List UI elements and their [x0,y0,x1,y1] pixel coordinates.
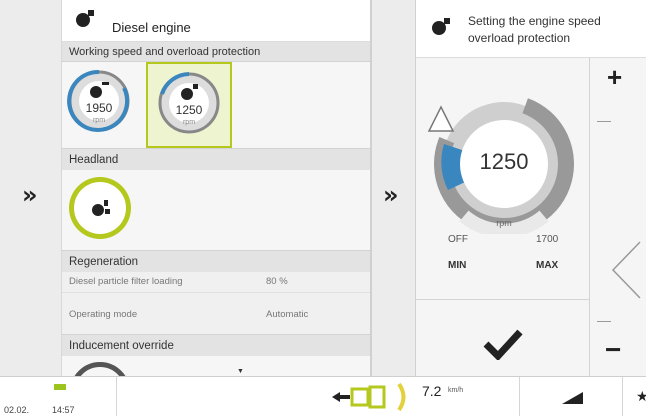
inducement-gauge-partial[interactable] [70,362,130,376]
gauge-unit: rpm [92,117,106,124]
setting-title-line1: Setting the engine speed [468,14,601,28]
working-speed-header: Working speed and overload protection [62,42,370,62]
setting-title-line2: overload protection [468,31,571,45]
dpf-label: Diesel particle filter loading [69,276,183,287]
working-speed-gauges: 1950 rpm 1250 rpm [62,62,370,152]
plus-icon: + [607,62,623,92]
engine-icon [432,18,450,35]
scroll-down-icon[interactable]: ▼ [237,368,244,375]
inducement-section: ▼ [62,356,370,376]
min-label: MIN [448,260,467,271]
diesel-engine-panel: Diesel engine Working speed and overload… [62,0,372,376]
gauge-unit: rpm [182,119,196,126]
speed-unit: km/h [448,387,464,394]
expand-right-chevron-icon[interactable]: » [383,183,399,207]
speed-gauge-column: 1250 rpm OFF 1700 MIN MAX [416,58,590,376]
scale-tick [597,121,611,122]
expand-left-chevron-icon[interactable]: » [22,183,38,207]
max-value: 1700 [536,234,559,245]
operating-mode-value: Automatic [266,309,309,320]
gauge-value: 1950 [85,101,113,115]
separator [519,377,520,416]
engine-speed-setting-panel: Setting the engine speed overload protec… [416,0,646,376]
date: 02.02. [4,405,30,415]
speed-value: 7.2 [422,383,442,399]
max-label: MAX [536,260,559,271]
dpf-value: 80 % [266,276,288,287]
regeneration-header: Regeneration [62,250,370,272]
decrease-button[interactable]: − [591,320,646,376]
operating-mode-label: Operating mode [69,309,138,320]
dpf-loading-row: Diesel particle filter loading 80 % [62,272,370,292]
increase-button[interactable]: + [591,58,646,122]
signal-strength-icon[interactable] [562,391,584,405]
headland-section [62,170,370,250]
separator [116,377,117,416]
gauge-unit: rpm [496,218,512,228]
headland-button[interactable] [69,177,131,239]
time: 14:57 [52,405,75,415]
overload-protection-gauge[interactable]: 1250 rpm [146,62,232,148]
steering-icon [397,382,406,412]
star-icon[interactable]: ★ [636,389,646,405]
panel-title: Diesel engine [112,20,191,35]
engine-icon [76,10,94,27]
mid-nav-strip: » [372,0,416,376]
min-marker-triangle-icon[interactable] [426,104,456,134]
minus-icon: − [605,334,622,365]
slider-pointer-icon[interactable] [611,240,641,300]
headland-header: Headland [62,148,370,170]
checkmark-icon [483,329,523,360]
setting-header: Setting the engine speed overload protec… [416,0,646,58]
separator [622,377,623,416]
adjust-column: + − [591,58,646,376]
gauge-value: 1250 [175,103,203,117]
left-nav-strip: » [0,0,62,376]
min-value: OFF [448,234,468,245]
operating-mode-row[interactable]: Operating mode Automatic [62,292,370,334]
bottom-status-bar: 02.02. 14:57 7.2 km/h ★ [0,376,646,416]
confirm-button[interactable] [416,300,590,376]
battery-icon [54,384,66,390]
gauge-value: 1250 [479,149,529,174]
inducement-override-header: Inducement override [62,334,370,356]
headland-engine-icon [92,200,110,216]
engine-speed-gauge: 1250 rpm [427,94,574,238]
tractor-implement-icon[interactable] [330,383,394,411]
working-speed-gauge[interactable]: 1950 rpm [66,68,132,134]
diesel-engine-header: Diesel engine [62,0,370,42]
